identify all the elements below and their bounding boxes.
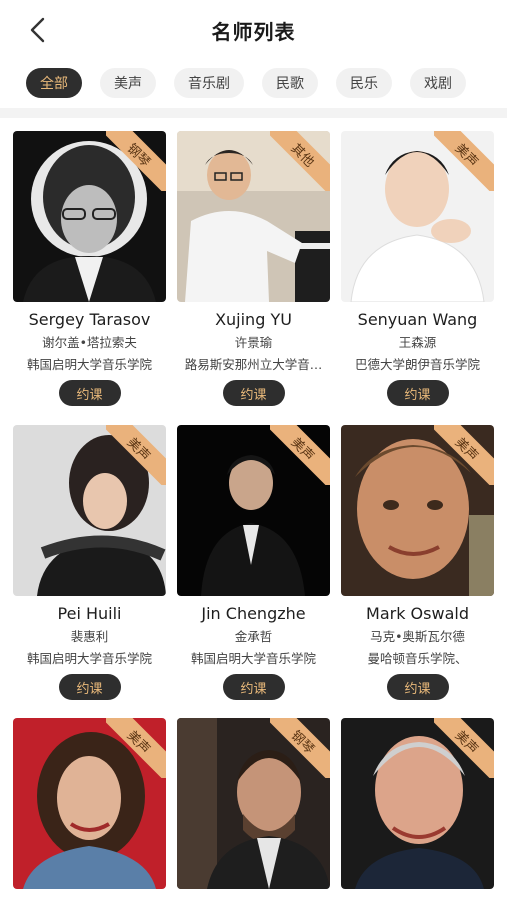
tab-bel-canto[interactable]: 美声 xyxy=(100,68,156,98)
teacher-name: Jin Chengzhe xyxy=(201,604,306,623)
teacher-school: 韩国启明大学音乐学院 xyxy=(26,357,152,372)
teacher-cn-name: 许景瑜 xyxy=(234,335,273,350)
category-ribbon: 钢琴 xyxy=(106,131,166,191)
teacher-photo: 美声 xyxy=(13,425,166,596)
teacher-card[interactable]: 美声 Pei Huili 裴惠利 韩国启明大学音乐学院 约课 xyxy=(13,425,166,700)
category-ribbon: 美声 xyxy=(434,425,494,485)
teacher-card[interactable]: 美声 Jin Chengzhe 金承哲 韩国启明大学音乐学院 约课 xyxy=(177,425,330,700)
tab-folk-music[interactable]: 民乐 xyxy=(336,68,392,98)
chevron-left-icon xyxy=(30,17,45,43)
page-title: 名师列表 xyxy=(211,19,296,44)
app-header: 名师列表 xyxy=(0,0,507,60)
teacher-school: 曼哈顿音乐学院、 xyxy=(367,651,468,666)
category-ribbon: 钢琴 xyxy=(270,718,330,778)
book-lesson-button[interactable]: 约课 xyxy=(222,674,285,700)
teacher-school: 巴德大学朗伊音乐学院 xyxy=(354,357,480,372)
book-lesson-button[interactable]: 约课 xyxy=(386,380,449,406)
teacher-school: 韩国启明大学音乐学院 xyxy=(26,651,152,666)
teacher-photo: 美声 xyxy=(177,425,330,596)
teacher-photo: 美声 xyxy=(341,718,494,889)
book-lesson-button[interactable]: 约课 xyxy=(386,674,449,700)
tab-folk-song[interactable]: 民歌 xyxy=(262,68,318,98)
teacher-photo: 美声 xyxy=(13,718,166,889)
teacher-photo: 钢琴 xyxy=(177,718,330,889)
tab-musical[interactable]: 音乐剧 xyxy=(174,68,244,98)
teacher-card[interactable]: 其他 Xujing YU 许景瑜 路易斯安那州立大学音… 约课 xyxy=(177,131,330,406)
teacher-cn-name: 金承哲 xyxy=(234,629,273,644)
teacher-school: 路易斯安那州立大学音… xyxy=(184,357,323,372)
section-divider xyxy=(0,108,507,118)
teacher-cn-name: 谢尔盖•塔拉索夫 xyxy=(42,335,137,350)
teacher-card[interactable]: 钢琴 xyxy=(177,718,330,889)
teacher-name: Mark Oswald xyxy=(366,604,469,623)
book-lesson-button[interactable]: 约课 xyxy=(222,380,285,406)
category-ribbon: 其他 xyxy=(270,131,330,191)
teacher-name: Sergey Tarasov xyxy=(28,310,151,329)
teacher-cn-name: 裴惠利 xyxy=(70,629,109,644)
category-tabs: 全部 美声 音乐剧 民歌 民乐 戏剧 xyxy=(0,60,507,106)
category-ribbon: 美声 xyxy=(270,425,330,485)
teacher-name: Senyuan Wang xyxy=(357,310,478,329)
tab-drama[interactable]: 戏剧 xyxy=(410,68,466,98)
book-lesson-button[interactable]: 约课 xyxy=(58,380,121,406)
teacher-cn-name: 马克•奥斯瓦尔德 xyxy=(370,629,465,644)
book-lesson-button[interactable]: 约课 xyxy=(58,674,121,700)
category-ribbon: 美声 xyxy=(434,718,494,778)
teacher-card[interactable]: 美声 xyxy=(13,718,166,889)
teacher-cn-name: 王森源 xyxy=(398,335,437,350)
tab-all[interactable]: 全部 xyxy=(26,68,82,98)
teacher-card[interactable]: 美声 xyxy=(341,718,494,889)
category-ribbon: 美声 xyxy=(434,131,494,191)
teacher-photo: 钢琴 xyxy=(13,131,166,302)
teacher-name: Xujing YU xyxy=(215,310,292,329)
teacher-photo: 美声 xyxy=(341,425,494,596)
teacher-photo: 其他 xyxy=(177,131,330,302)
teacher-school: 韩国启明大学音乐学院 xyxy=(190,651,316,666)
category-ribbon: 美声 xyxy=(106,718,166,778)
category-ribbon: 美声 xyxy=(106,425,166,485)
back-button[interactable] xyxy=(22,14,54,46)
teacher-card[interactable]: 钢琴 Sergey Tarasov 谢尔盖•塔拉索夫 韩国启明大学音乐学院 约课 xyxy=(13,131,166,406)
teacher-card[interactable]: 美声 Mark Oswald 马克•奥斯瓦尔德 曼哈顿音乐学院、 约课 xyxy=(341,425,494,700)
teacher-photo: 美声 xyxy=(341,131,494,302)
teacher-name: Pei Huili xyxy=(57,604,122,623)
teacher-card[interactable]: 美声 Senyuan Wang 王森源 巴德大学朗伊音乐学院 约课 xyxy=(341,131,494,406)
